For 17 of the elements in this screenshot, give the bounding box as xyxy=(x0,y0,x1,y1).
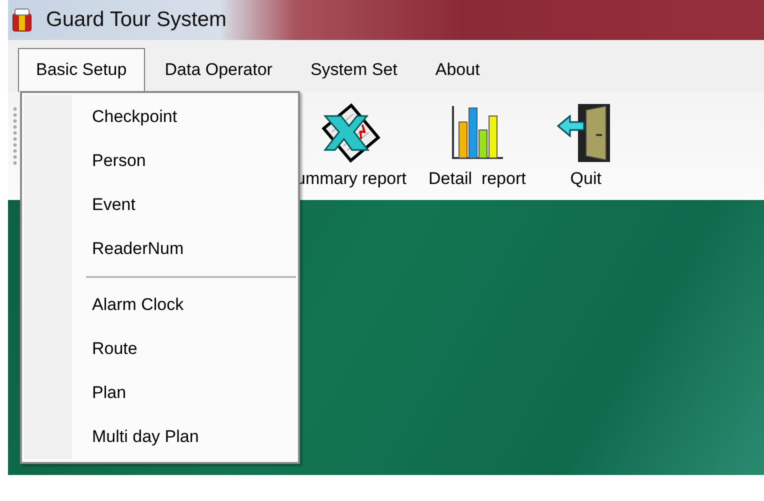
toolbar-button[interactable]: Quit xyxy=(556,102,616,192)
app-icon xyxy=(12,8,32,32)
menu-item[interactable]: Data Operator xyxy=(146,48,290,92)
dropdown-item[interactable]: Route xyxy=(24,327,296,371)
dropdown-item[interactable]: Alarm Clock xyxy=(24,283,296,327)
dropdown-item[interactable]: Multi day Plan xyxy=(24,415,296,459)
dropdown-item[interactable]: Checkpoint xyxy=(24,95,296,139)
dropdown-item[interactable]: ReaderNum xyxy=(24,227,296,271)
dropdown-item[interactable]: Event xyxy=(24,183,296,227)
window-title: Guard Tour System xyxy=(46,7,227,34)
menu-item[interactable]: Basic Setup xyxy=(18,48,145,92)
toolbar-button[interactable]: Detail report xyxy=(428,102,526,192)
toolbar-grip xyxy=(12,106,20,166)
dropdown-item[interactable]: Person xyxy=(24,139,296,183)
dropdown-item[interactable]: Plan xyxy=(24,371,296,415)
menu-item[interactable]: About xyxy=(417,48,498,92)
menu-item[interactable]: System Set xyxy=(292,48,416,92)
